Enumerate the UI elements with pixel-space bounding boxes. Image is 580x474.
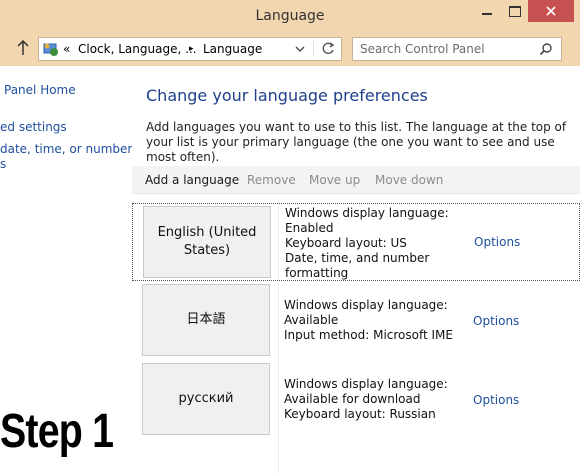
breadcrumb-clock-language[interactable]: Clock, Language, ... (78, 42, 197, 56)
detail-line: Available for download (284, 392, 421, 406)
refresh-icon[interactable] (321, 41, 335, 57)
title-bar: Language (0, 0, 580, 32)
language-row[interactable]: English (United States) Windows display … (132, 203, 580, 281)
address-bar[interactable]: « Clock, Language, ... ▸ Language (38, 37, 342, 61)
language-name-japanese[interactable]: 日本語 (142, 284, 270, 356)
nav-formats[interactable]: s (0, 157, 6, 171)
detail-line: Enabled (285, 221, 334, 235)
address-divider (313, 41, 314, 57)
search-input[interactable] (354, 39, 534, 59)
breadcrumb-language[interactable]: Language (203, 42, 262, 56)
add-language-button[interactable]: Add a language (145, 173, 239, 187)
detail-line: Windows display language: (285, 206, 449, 220)
breadcrumb-overflow[interactable]: « (63, 42, 70, 56)
address-row: « Clock, Language, ... ▸ Language (0, 32, 580, 66)
options-link-japanese[interactable]: Options (473, 314, 519, 328)
chevron-down-icon[interactable] (295, 42, 305, 56)
language-name-english[interactable]: English (United States) (143, 206, 271, 278)
move-up-button[interactable]: Move up (309, 173, 360, 187)
up-arrow-icon[interactable] (16, 39, 30, 57)
move-down-button[interactable]: Move down (375, 173, 443, 187)
language-details: Windows display language: Available Inpu… (284, 298, 453, 343)
language-row[interactable]: русский Windows display language: Availa… (132, 362, 580, 440)
main-content: Change your language preferences Add lan… (132, 66, 580, 474)
options-link-english[interactable]: Options (474, 235, 520, 249)
detail-line: Available (284, 313, 339, 327)
nav-control-panel-home[interactable]: Panel Home (4, 83, 76, 97)
language-toolbar: Add a language Remove Move up Move down (132, 166, 580, 194)
detail-line: formatting (285, 266, 349, 280)
language-row[interactable]: 日本語 Windows display language: Available … (132, 283, 580, 361)
language-details: Windows display language: Available for … (284, 377, 448, 422)
minimize-button[interactable] (473, 0, 501, 22)
language-details: Windows display language: Enabled Keyboa… (285, 206, 449, 281)
breadcrumb-separator[interactable]: ▸ (189, 44, 194, 54)
close-button[interactable] (528, 0, 574, 22)
detail-line: Keyboard layout: US (285, 236, 407, 250)
detail-line: Date, time, and number (285, 251, 430, 265)
detail-line: Windows display language: (284, 298, 448, 312)
step-caption: Step 1 (0, 405, 114, 458)
language-name-russian[interactable]: русский (142, 363, 270, 435)
detail-line: Input method: Microsoft IME (284, 328, 453, 342)
maximize-button[interactable] (501, 0, 528, 22)
options-link-russian[interactable]: Options (473, 393, 519, 407)
search-icon[interactable] (539, 42, 553, 56)
control-panel-icon (43, 43, 58, 56)
detail-line: Windows display language: (284, 377, 448, 391)
remove-button[interactable]: Remove (247, 173, 296, 187)
nav-change-date-time-number[interactable]: date, time, or number (0, 142, 132, 156)
nav-advanced-settings[interactable]: ed settings (0, 120, 67, 134)
search-box[interactable] (352, 37, 562, 61)
close-icon (546, 6, 556, 16)
page-description: Add languages you want to use to this li… (146, 120, 567, 164)
detail-line: Keyboard layout: Russian (284, 407, 436, 421)
page-title: Change your language preferences (146, 86, 428, 105)
